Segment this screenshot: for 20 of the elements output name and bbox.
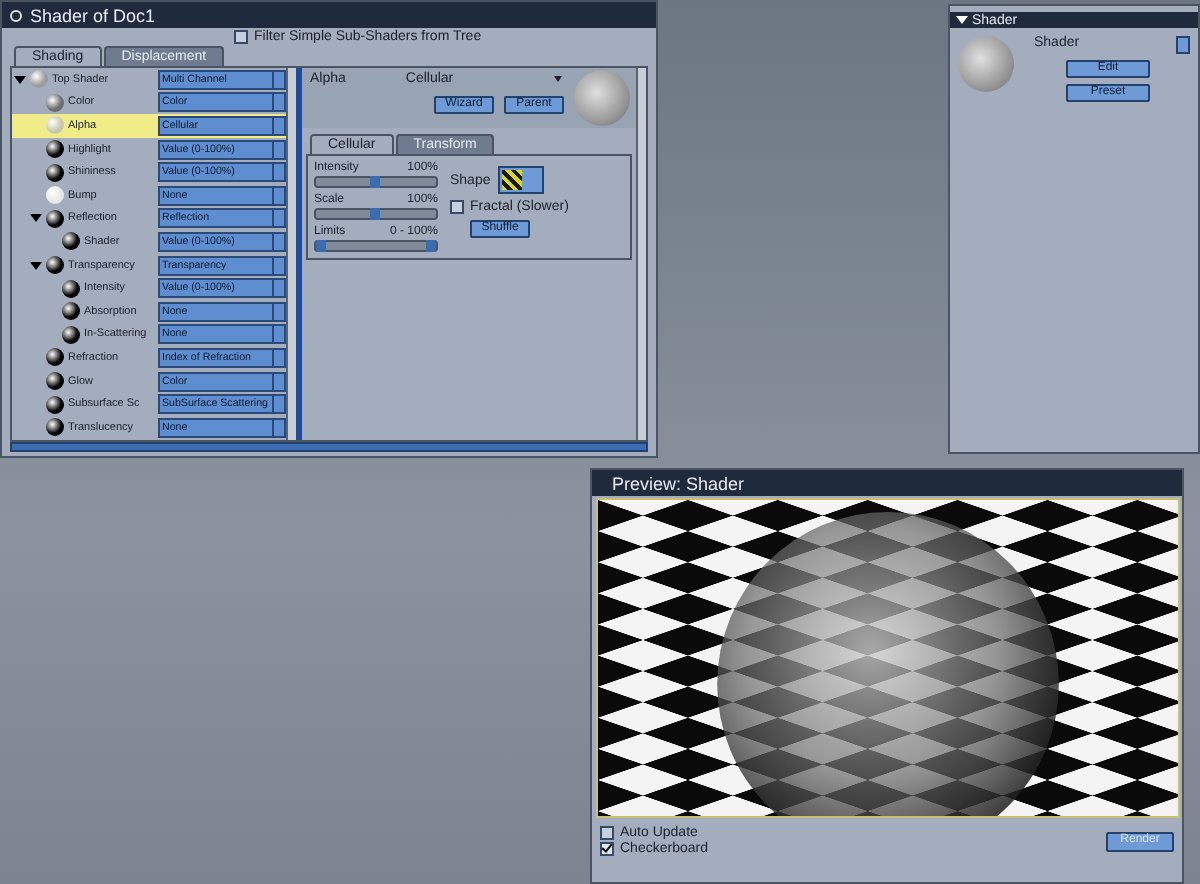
editor-scrollbar[interactable] — [636, 68, 646, 440]
tree-scrollbar[interactable] — [286, 68, 296, 440]
shader-preview-sphere — [574, 70, 630, 126]
option-checkbox[interactable] — [600, 826, 614, 840]
slider-track[interactable] — [314, 176, 438, 188]
shader-preview-sphere — [958, 36, 1014, 92]
slider-thumb[interactable] — [370, 176, 380, 188]
slider-track[interactable] — [314, 240, 438, 252]
collapse-arrow-icon[interactable] — [956, 16, 968, 24]
fractal-checkbox[interactable] — [450, 200, 464, 214]
slider-thumb[interactable] — [370, 208, 380, 220]
filter-checkbox[interactable] — [234, 30, 248, 44]
range-start-thumb[interactable] — [316, 240, 326, 252]
slider-track[interactable] — [314, 208, 438, 220]
option-checkbox[interactable] — [600, 842, 614, 856]
cell-pattern-dropdown[interactable] — [498, 166, 545, 194]
window-title: Preview: Shader — [612, 473, 745, 493]
range-end-thumb[interactable] — [426, 240, 436, 252]
horizontal-scrollbar[interactable] — [10, 442, 648, 452]
window-title: Shader of Doc1 — [30, 5, 156, 25]
